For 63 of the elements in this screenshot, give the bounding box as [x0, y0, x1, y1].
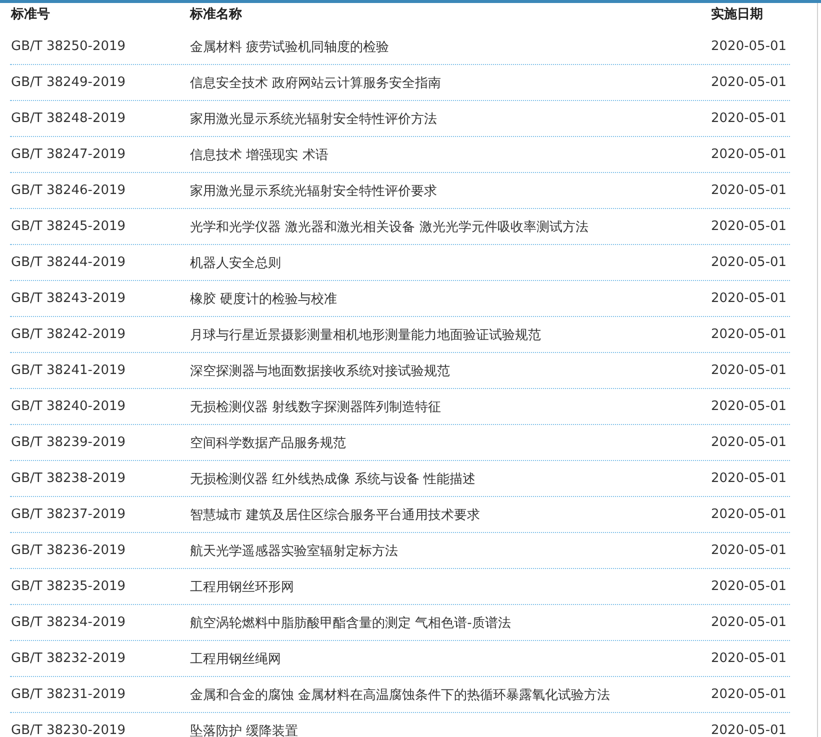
standard-title: 工程用钢丝绳网: [190, 650, 282, 668]
standard-title: 航空涡轮燃料中脂肪酸甲酯含量的测定 气相色谱-质谱法: [190, 614, 512, 632]
standard-title: 工程用钢丝环形网: [190, 578, 295, 596]
effective-date: 2020-05-01: [710, 651, 788, 666]
standard-title: 金属材料 疲劳试验机同轴度的检验: [190, 38, 390, 56]
standard-number: GB/T 38231-2019: [10, 687, 127, 702]
standard-number: GB/T 38247-2019: [10, 147, 127, 162]
effective-date: 2020-05-01: [710, 723, 788, 737]
effective-date: 2020-05-01: [710, 147, 788, 162]
effective-date: 2020-05-01: [710, 75, 788, 90]
standard-number: GB/T 38239-2019: [10, 435, 127, 450]
standard-number: GB/T 38235-2019: [10, 579, 127, 594]
standard-title: 金属和合金的腐蚀 金属材料在高温腐蚀条件下的热循环暴露氧化试验方法: [190, 686, 612, 704]
column-header: 标准号: [10, 6, 51, 23]
effective-date: 2020-05-01: [710, 507, 788, 522]
effective-date: 2020-05-01: [710, 435, 788, 450]
standard-title: 坠落防护 缓降装置: [190, 722, 300, 737]
standard-number: GB/T 38234-2019: [10, 615, 127, 630]
standard-number: GB/T 38246-2019: [10, 183, 127, 198]
effective-date: 2020-05-01: [710, 471, 788, 486]
standard-title: 航天光学遥感器实验室辐射定标方法: [190, 542, 399, 560]
standard-number: GB/T 38240-2019: [10, 399, 127, 414]
standard-number: GB/T 38236-2019: [10, 543, 127, 558]
standard-number: GB/T 38249-2019: [10, 75, 127, 90]
standard-number: GB/T 38242-2019: [10, 327, 127, 342]
standard-number: GB/T 38243-2019: [10, 291, 127, 306]
effective-date: 2020-05-01: [710, 579, 788, 594]
standard-number: GB/T 38244-2019: [10, 255, 127, 270]
standard-title: 深空探测器与地面数据接收系统对接试验规范: [190, 362, 451, 380]
standard-title: 无损检测仪器 射线数字探测器阵列制造特征: [190, 398, 442, 416]
standard-title: 无损检测仪器 红外线热成像 系统与设备 性能描述: [190, 470, 476, 488]
effective-date: 2020-05-01: [710, 291, 788, 306]
column-header: 标准名称: [190, 6, 243, 23]
standard-number: GB/T 38241-2019: [10, 363, 127, 378]
standard-number: GB/T 38230-2019: [10, 723, 127, 737]
standard-title: 智慧城市 建筑及居住区综合服务平台通用技术要求: [190, 506, 482, 524]
standard-title: 信息技术 增强现实 术语: [190, 146, 330, 164]
effective-date: 2020-05-01: [710, 327, 788, 342]
effective-date: 2020-05-01: [710, 687, 788, 702]
standard-title: 机器人安全总则: [190, 254, 282, 272]
effective-date: 2020-05-01: [710, 543, 788, 558]
effective-date: 2020-05-01: [710, 615, 788, 630]
effective-date: 2020-05-01: [710, 219, 788, 234]
standard-title: 家用激光显示系统光辐射安全特性评价要求: [190, 182, 438, 200]
standard-number: GB/T 38237-2019: [10, 507, 127, 522]
standard-title: 信息安全技术 政府网站云计算服务安全指南: [190, 74, 442, 92]
standard-title: 家用激光显示系统光辐射安全特性评价方法: [190, 110, 438, 128]
effective-date: 2020-05-01: [710, 363, 788, 378]
column-header: 实施日期: [710, 6, 764, 23]
standard-title: 空间科学数据产品服务规范: [190, 434, 347, 452]
standard-title: 橡胶 硬度计的检验与校准: [190, 290, 338, 308]
standard-number: GB/T 38245-2019: [10, 219, 127, 234]
standard-title: 光学和光学仪器 激光器和激光相关设备 激光光学元件吸收率测试方法: [190, 218, 590, 236]
standard-number: GB/T 38232-2019: [10, 651, 127, 666]
effective-date: 2020-05-01: [710, 255, 788, 270]
standard-number: GB/T 38250-2019: [10, 39, 127, 54]
effective-date: 2020-05-01: [710, 183, 788, 198]
standard-number: GB/T 38238-2019: [10, 471, 127, 486]
effective-date: 2020-05-01: [710, 399, 788, 414]
effective-date: 2020-05-01: [710, 39, 788, 54]
effective-date: 2020-05-01: [710, 111, 788, 126]
standard-number: GB/T 38248-2019: [10, 111, 127, 126]
standard-title: 月球与行星近景摄影测量相机地形测量能力地面验证试验规范: [190, 326, 542, 344]
